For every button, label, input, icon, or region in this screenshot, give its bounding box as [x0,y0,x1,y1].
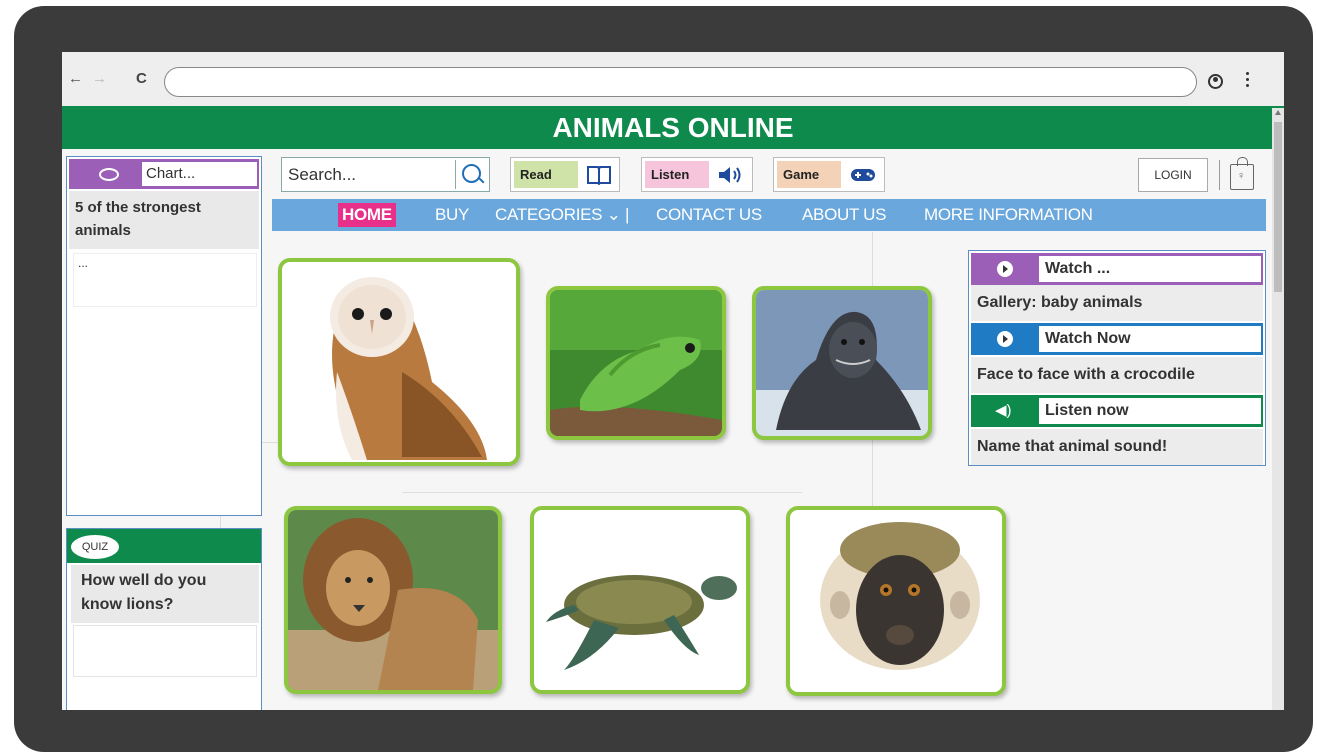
profile-icon[interactable] [1208,74,1223,89]
gallery-link[interactable]: Gallery: baby animals [971,285,1263,321]
chat-input[interactable]: Chart... [142,162,257,186]
lizard-image-card[interactable] [546,286,726,440]
seal-image [756,290,928,436]
monkey-image-card[interactable] [786,506,1006,696]
lion-image [288,510,498,690]
listen-label: Listen [645,161,709,188]
login-button[interactable]: LOGIN [1138,158,1208,192]
chat-topic[interactable]: 5 of the strongest animals [69,191,259,249]
quiz-header: QUIZ [67,529,261,563]
divider [1219,160,1220,190]
gamepad-icon [844,161,882,188]
nav-buy[interactable]: BUY [435,199,469,231]
nav-contact-us[interactable]: CONTACT US [656,199,762,231]
play-icon [997,261,1013,277]
quiz-panel: QUIZ How well do you know lions? [66,528,262,710]
search-icon[interactable] [455,160,487,189]
book-icon [581,161,617,188]
kebab-menu-icon[interactable] [1246,72,1250,88]
scrollbar-thumb[interactable] [1274,122,1282,292]
crocodile-link[interactable]: Face to face with a crocodile [971,357,1263,393]
watch-now-header[interactable]: Watch Now [971,323,1263,355]
listen-now-label: Listen now [1039,398,1261,424]
turtle-image [534,510,746,690]
scroll-up-icon[interactable] [1275,110,1281,115]
owl-image [282,262,516,462]
speaker-icon [712,161,750,188]
lizard-image [550,290,722,436]
search-input[interactable]: Search... [284,160,452,189]
speaker-icon: ◀) [995,402,1012,419]
owl-image-card[interactable] [278,258,520,466]
turtle-image-card[interactable] [530,506,750,694]
lion-image-card[interactable] [284,506,502,694]
watch-header[interactable]: Watch ... [971,253,1263,285]
nav-categories[interactable]: CATEGORIES ⌄ | [495,199,629,231]
site-title: ANIMALS ONLINE [62,106,1284,149]
play-icon [997,331,1013,347]
nav-more-information[interactable]: MORE INFORMATION [924,199,1093,231]
watch-now-label: Watch Now [1039,326,1261,352]
search-box: Search... [281,157,490,192]
nav-about-us[interactable]: ABOUT US [802,199,887,231]
chat-panel: Chart... 5 of the strongest animals ... [66,156,262,516]
game-label: Game [777,161,841,188]
chat-preview: ... [73,253,257,307]
quiz-answer-box[interactable] [73,625,257,677]
address-bar[interactable] [164,67,1197,97]
monkey-image [790,510,1002,692]
game-button[interactable]: Game [773,157,885,192]
main-nav: HOME BUY CATEGORIES ⌄ | CONTACT US ABOUT… [272,199,1266,231]
reload-icon[interactable]: C [136,70,147,87]
browser-screen: ← → C ANIMALS ONLINE Chart... 5 of the s… [62,52,1284,710]
nav-home[interactable]: HOME [338,203,396,227]
watch-label: Watch ... [1039,256,1261,282]
media-panel: Watch ... Gallery: baby animals Watch No… [968,250,1266,466]
shopping-bag-icon[interactable] [1230,157,1254,190]
read-button[interactable]: Read [510,157,620,192]
chat-bubble-icon [99,168,119,181]
vertical-scrollbar[interactable] [1272,108,1284,710]
quiz-question[interactable]: How well do you know lions? [71,565,259,623]
chat-header: Chart... [69,159,259,189]
seal-image-card[interactable] [752,286,932,440]
animal-sound-link[interactable]: Name that animal sound! [971,429,1263,465]
grid-line [402,492,802,493]
quiz-badge: QUIZ [71,535,119,559]
browser-toolbar: ← → C [62,52,1284,106]
read-label: Read [514,161,578,188]
listen-now-header[interactable]: ◀) Listen now [971,395,1263,427]
listen-button[interactable]: Listen [641,157,753,192]
back-arrow-icon[interactable]: ← [68,71,83,86]
forward-arrow-icon[interactable]: → [92,71,107,86]
